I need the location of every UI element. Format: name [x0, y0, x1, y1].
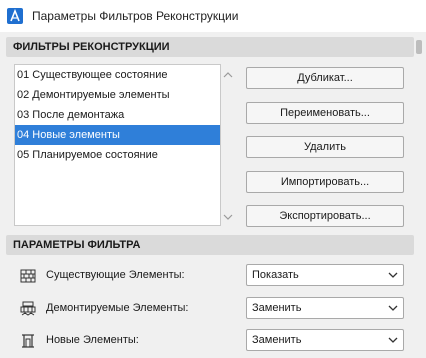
section-header-filter-params-label: ПАРАМЕТРЫ ФИЛЬТРА	[13, 239, 141, 251]
new-element-icon	[22, 334, 34, 348]
chevron-down-icon	[388, 272, 398, 278]
section-header-filters[interactable]: ФИЛЬТРЫ РЕКОНСТРУКЦИИ	[6, 37, 422, 57]
section-header-filters-label: ФИЛЬТРЫ РЕКОНСТРУКЦИИ	[13, 41, 170, 53]
section-header-filter-params[interactable]: ПАРАМЕТРЫ ФИЛЬТРА	[6, 235, 414, 255]
filter-list[interactable]: 01 Существующее состояние 02 Демонтируем…	[14, 64, 221, 226]
demolished-elements-select[interactable]: Заменить	[246, 297, 404, 319]
scroll-down-arrow-icon[interactable]	[222, 212, 234, 222]
dialog-window: Параметры Фильтров Реконструкции ФИЛЬТРЫ…	[0, 0, 426, 358]
scroll-up-arrow-icon[interactable]	[222, 70, 234, 80]
delete-button[interactable]: Удалить	[246, 136, 404, 158]
select-value: Заменить	[252, 302, 302, 314]
existing-elements-select[interactable]: Показать	[246, 264, 404, 286]
list-item[interactable]: 03 После демонтажа	[15, 105, 220, 125]
duplicate-button[interactable]: Дубликат...	[246, 67, 404, 89]
title-bar: Параметры Фильтров Реконструкции	[0, 0, 426, 32]
new-elements-select[interactable]: Заменить	[246, 329, 404, 351]
existing-wall-icon	[20, 269, 36, 283]
list-item[interactable]: 01 Существующее состояние	[15, 65, 220, 85]
rename-button[interactable]: Переименовать...	[246, 102, 404, 124]
chevron-down-icon	[388, 305, 398, 311]
window-title: Параметры Фильтров Реконструкции	[32, 9, 239, 23]
param-label-demolished: Демонтируемые Элементы:	[46, 302, 189, 314]
chevron-down-icon	[388, 337, 398, 343]
list-item-selected[interactable]: 04 Новые элементы	[15, 125, 220, 145]
export-button[interactable]: Экспортировать...	[246, 205, 404, 227]
demolish-icon	[20, 301, 36, 316]
list-item[interactable]: 02 Демонтируемые элементы	[15, 85, 220, 105]
param-row-demolished: Демонтируемые Элементы: Заменить	[0, 297, 426, 321]
param-label-existing: Существующие Элементы:	[46, 269, 185, 281]
import-button[interactable]: Импортировать...	[246, 171, 404, 193]
list-item[interactable]: 05 Планируемое состояние	[15, 145, 220, 165]
param-label-new: Новые Элементы:	[46, 334, 139, 346]
param-row-existing: Существующие Элементы: Показать	[0, 264, 426, 288]
panel-resize-handle[interactable]	[416, 40, 422, 54]
param-row-new: Новые Элементы: Заменить	[0, 329, 426, 353]
archicad-app-icon	[7, 8, 23, 24]
select-value: Заменить	[252, 334, 302, 346]
select-value: Показать	[252, 269, 299, 281]
